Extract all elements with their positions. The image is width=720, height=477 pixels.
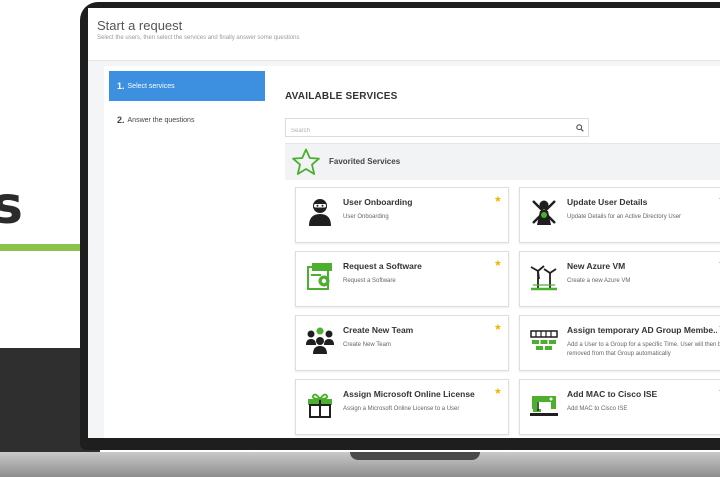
service-description: Assign a Microsoft Online License to a U… <box>343 406 460 412</box>
page-subtitle: Select the users, then select the servic… <box>97 35 300 41</box>
service-tile-request-software[interactable]: Request a Software Request a Software ★ <box>295 251 509 307</box>
service-tile-user-onboarding[interactable]: User Onboarding User Onboarding ★ <box>295 187 509 243</box>
request-wizard: 1. Select services 2. Answer the questio… <box>104 66 720 438</box>
page-title: Start a request <box>97 18 183 33</box>
step-number: 1. <box>117 81 125 91</box>
service-name: Create New Team <box>343 325 414 335</box>
ad-group-icon <box>530 330 558 350</box>
favorite-star-icon[interactable]: ★ <box>494 194 502 205</box>
azure-vm-icon <box>530 265 557 291</box>
service-tile-assign-license[interactable]: Assign Microsoft Online License Assign a… <box>295 379 509 435</box>
laptop-screen: Start a request Select the users, then s… <box>88 8 720 438</box>
service-name: Assign temporary AD Group Membe... <box>567 325 717 335</box>
step-label: Answer the questions <box>127 116 195 124</box>
service-description: Update Details for an Active Directory U… <box>567 214 682 220</box>
service-tile-update-user-details[interactable]: Update User Details Update Details for a… <box>519 187 720 243</box>
favorites-label: Favorited Services <box>329 157 401 166</box>
step-number: 2. <box>117 115 125 125</box>
service-name: New Azure VM <box>567 261 626 271</box>
software-request-icon <box>307 263 332 290</box>
service-description: Create a new Azure VM <box>567 278 631 284</box>
favorite-star-icon[interactable]: ★ <box>494 386 502 397</box>
service-description: User Onboarding <box>343 214 389 220</box>
service-name: Update User Details <box>567 197 648 207</box>
search-icon[interactable] <box>571 119 588 136</box>
ninja-user-icon <box>309 199 331 226</box>
favorite-star-icon[interactable]: ★ <box>494 322 502 333</box>
backdrop-letter: s <box>0 176 23 236</box>
wizard-steps: 1. Select services 2. Answer the questio… <box>109 71 265 139</box>
star-outline-icon <box>292 148 320 175</box>
sewing-machine-icon <box>530 396 558 416</box>
service-tile-create-new-team[interactable]: Create New Team Create New Team ★ <box>295 315 509 371</box>
search-input[interactable] <box>286 123 576 139</box>
step-select-services[interactable]: 1. Select services <box>109 71 265 101</box>
favorite-star-icon[interactable]: ★ <box>494 258 502 269</box>
step-answer-questions[interactable]: 2. Answer the questions <box>109 105 265 135</box>
team-icon <box>306 327 334 354</box>
laptop-notch <box>350 452 480 460</box>
service-name: Request a Software <box>343 261 422 271</box>
service-tile-add-mac-cisco-ise[interactable]: Add MAC to Cisco ISE Add MAC to Cisco IS… <box>519 379 720 435</box>
favorites-header[interactable]: Favorited Services <box>285 143 720 180</box>
service-description: Add a User to a Group for a specific Tim… <box>567 342 720 357</box>
step-label: Select services <box>127 82 175 90</box>
section-title: AVAILABLE SERVICES <box>285 91 398 102</box>
user-update-icon <box>532 200 556 225</box>
service-description: Request a Software <box>343 278 396 284</box>
service-name: Add MAC to Cisco ISE <box>567 389 658 399</box>
page-header: Start a request Select the users, then s… <box>88 8 720 61</box>
service-tile-ad-group-membership[interactable]: Assign temporary AD Group Membe... Add a… <box>519 315 720 371</box>
gift-license-icon <box>308 393 332 418</box>
search-box <box>285 118 589 139</box>
service-description: Create New Team <box>343 342 391 348</box>
service-name: User Onboarding <box>343 197 413 207</box>
service-name: Assign Microsoft Online License <box>343 389 475 399</box>
service-description: Add MAC to Cisco ISE <box>567 406 628 412</box>
service-tile-new-azure-vm[interactable]: New Azure VM Create a new Azure VM ★ <box>519 251 720 307</box>
